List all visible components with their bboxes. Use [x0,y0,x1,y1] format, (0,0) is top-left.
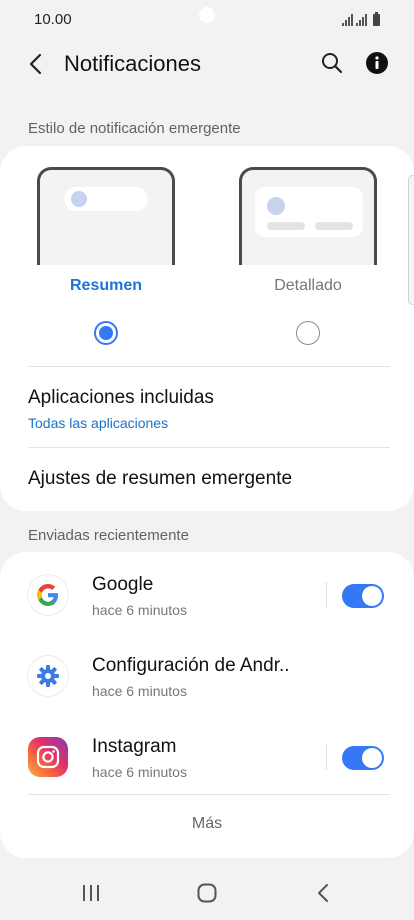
option-label-detailed[interactable]: Detallado [239,277,377,295]
summary-settings-row[interactable]: Ajustes de resumen emergente [0,448,414,510]
status-bar: 10.00 [0,0,414,40]
recents-icon [83,885,99,901]
search-button[interactable] [318,49,346,77]
wifi-signal-icon [342,14,353,26]
card-line [267,222,305,230]
google-notifications-toggle[interactable] [342,584,384,608]
option-label-brief[interactable]: Resumen [37,277,175,295]
camera-cutout [199,7,215,23]
scroll-handle[interactable] [408,175,414,305]
more-button[interactable]: Más [0,815,414,833]
app-time: hace 6 minutos [92,683,187,699]
settings-gear-icon [28,656,68,696]
brief-style-preview[interactable] [37,167,175,265]
back-nav-icon [318,884,328,902]
google-logo [37,584,58,606]
instagram-icon [28,737,68,777]
app-bar: Notificaciones [0,40,414,88]
page-title: Notificaciones [64,51,201,76]
section-label-recent: Enviadas recientemente [28,527,189,544]
gear-glyph [37,665,59,687]
section-label-popup-style: Estilo de notificación emergente [28,120,241,137]
detailed-card [255,187,363,237]
instagram-glyph [36,745,60,769]
status-time: 10.00 [34,11,72,28]
app-name: Google [92,574,154,595]
google-icon [28,575,68,615]
cell-signal-icon [356,14,367,26]
chevron-left-icon [29,53,42,75]
app-time: hace 6 minutos [92,602,187,618]
separator [326,744,327,770]
status-icons [342,12,380,26]
app-time: hace 6 minutos [92,764,187,780]
home-icon [197,883,217,903]
app-name: Instagram [92,736,177,757]
app-row-google[interactable]: Google hace 6 minutos [0,556,414,634]
radio-brief[interactable] [94,321,118,345]
summary-settings-title: Ajustes de resumen emergente [28,468,293,489]
info-button[interactable] [364,50,390,76]
radio-detailed[interactable] [296,321,320,345]
home-button[interactable] [193,880,221,906]
included-apps-row[interactable]: Aplicaciones incluidas Todas las aplicac… [0,367,414,447]
recent-apps-card: Google hace 6 minutos Configuración de A… [0,552,414,858]
included-apps-title: Aplicaciones incluidas [28,387,214,408]
app-row-android-settings[interactable]: Configuración de Andr.. hace 6 minutos [0,637,414,715]
battery-icon [373,12,380,26]
card-line [315,222,353,230]
brief-pill [64,187,148,211]
search-icon [322,53,343,74]
recents-button[interactable] [77,880,105,906]
separator [326,582,327,608]
included-apps-value: Todas las aplicaciones [28,415,169,431]
pill-avatar [71,191,87,207]
back-button[interactable] [22,50,50,78]
detailed-style-preview[interactable] [239,167,377,265]
app-name: Configuración de Andr.. [92,655,290,676]
navigation-bar [0,864,414,920]
back-nav-button[interactable] [309,880,337,906]
card-avatar [267,197,285,215]
popup-style-card: Resumen Detallado Aplicaciones incluidas… [0,146,414,511]
divider [28,794,390,795]
app-row-instagram[interactable]: Instagram hace 6 minutos [0,718,414,796]
info-icon [366,52,388,74]
instagram-notifications-toggle[interactable] [342,746,384,770]
